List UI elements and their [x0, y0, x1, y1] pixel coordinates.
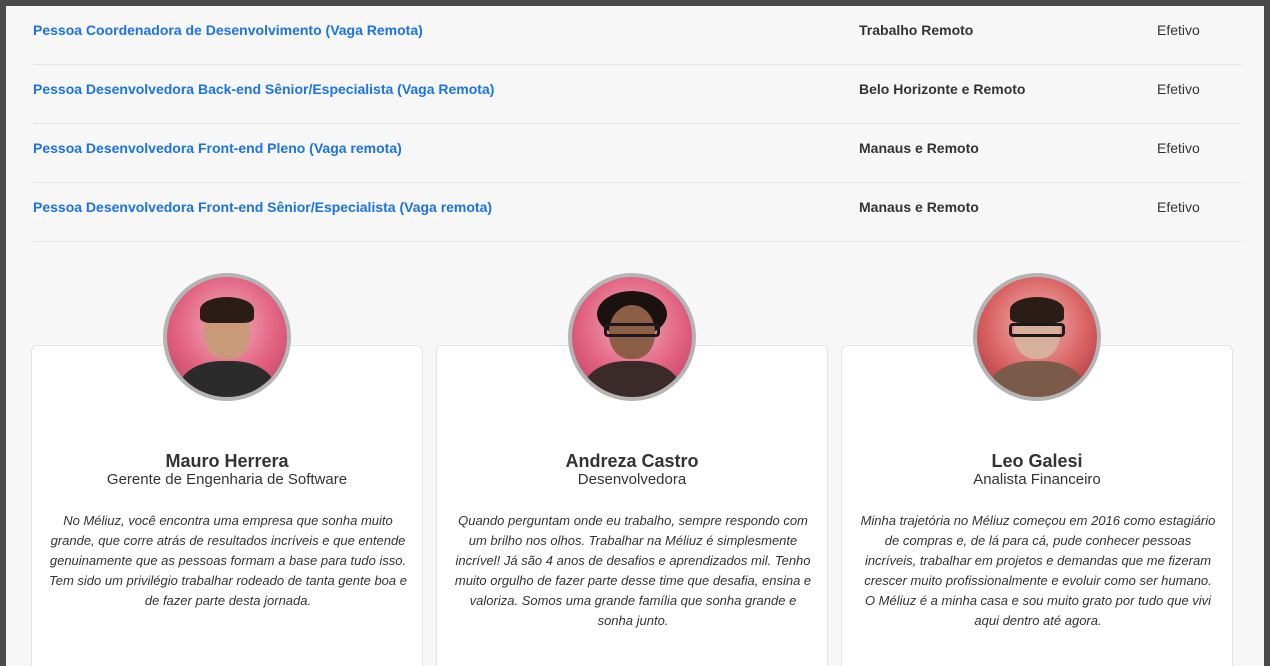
avatar [163, 273, 291, 401]
testimonial-name: Leo Galesi [991, 451, 1083, 471]
avatar-body-shape [179, 361, 275, 397]
job-row: Pessoa Desenvolvedora Front-end Sênior/E… [33, 183, 1241, 242]
job-title-link[interactable]: Pessoa Desenvolvedora Front-end Pleno (V… [33, 140, 402, 156]
job-type: Efetivo [1157, 81, 1200, 97]
testimonial-quote: No Méliuz, você encontra uma empresa que… [49, 513, 407, 608]
avatar [568, 273, 696, 401]
job-title-link[interactable]: Pessoa Coordenadora de Desenvolvimento (… [33, 22, 423, 38]
job-list: Pessoa Coordenadora de Desenvolvimento (… [33, 6, 1241, 242]
job-location: Manaus e Remoto [859, 199, 979, 215]
job-row: Pessoa Desenvolvedora Front-end Pleno (V… [33, 124, 1241, 183]
avatar-hair-shape [200, 297, 254, 323]
avatar-body-shape [989, 361, 1085, 397]
testimonial-role: Desenvolvedora [577, 471, 687, 488]
job-location: Trabalho Remoto [859, 22, 974, 38]
job-type: Efetivo [1157, 199, 1200, 215]
glasses-icon [604, 323, 660, 337]
job-type: Efetivo [1157, 140, 1200, 156]
testimonial-name: Andreza Castro [565, 451, 699, 471]
avatar-body-shape [584, 361, 680, 397]
job-row: Pessoa Coordenadora de Desenvolvimento (… [33, 6, 1241, 65]
job-row: Pessoa Desenvolvedora Back-end Sênior/Es… [33, 65, 1241, 124]
testimonial-role: Analista Financeiro [973, 471, 1101, 488]
testimonial-role: Gerente de Engenharia de Software [106, 471, 348, 488]
job-title-link[interactable]: Pessoa Desenvolvedora Front-end Sênior/E… [33, 199, 492, 215]
testimonial-quote: Minha trajetória no Méliuz começou em 20… [860, 513, 1216, 628]
browser-viewport: Pessoa Coordenadora de Desenvolvimento (… [0, 0, 1270, 666]
testimonial-name: Mauro Herrera [165, 451, 289, 471]
job-type: Efetivo [1157, 22, 1200, 38]
avatar [973, 273, 1101, 401]
job-title-link[interactable]: Pessoa Desenvolvedora Back-end Sênior/Es… [33, 81, 494, 97]
testimonials-section: Mauro Herrera Gerente de Engenharia de S… [31, 273, 1241, 666]
job-location: Manaus e Remoto [859, 140, 979, 156]
glasses-icon [1009, 323, 1065, 337]
job-location: Belo Horizonte e Remoto [859, 81, 1026, 97]
testimonial-quote: Quando perguntam onde eu trabalho, sempr… [454, 513, 812, 628]
avatar-hair-shape [1010, 297, 1064, 323]
